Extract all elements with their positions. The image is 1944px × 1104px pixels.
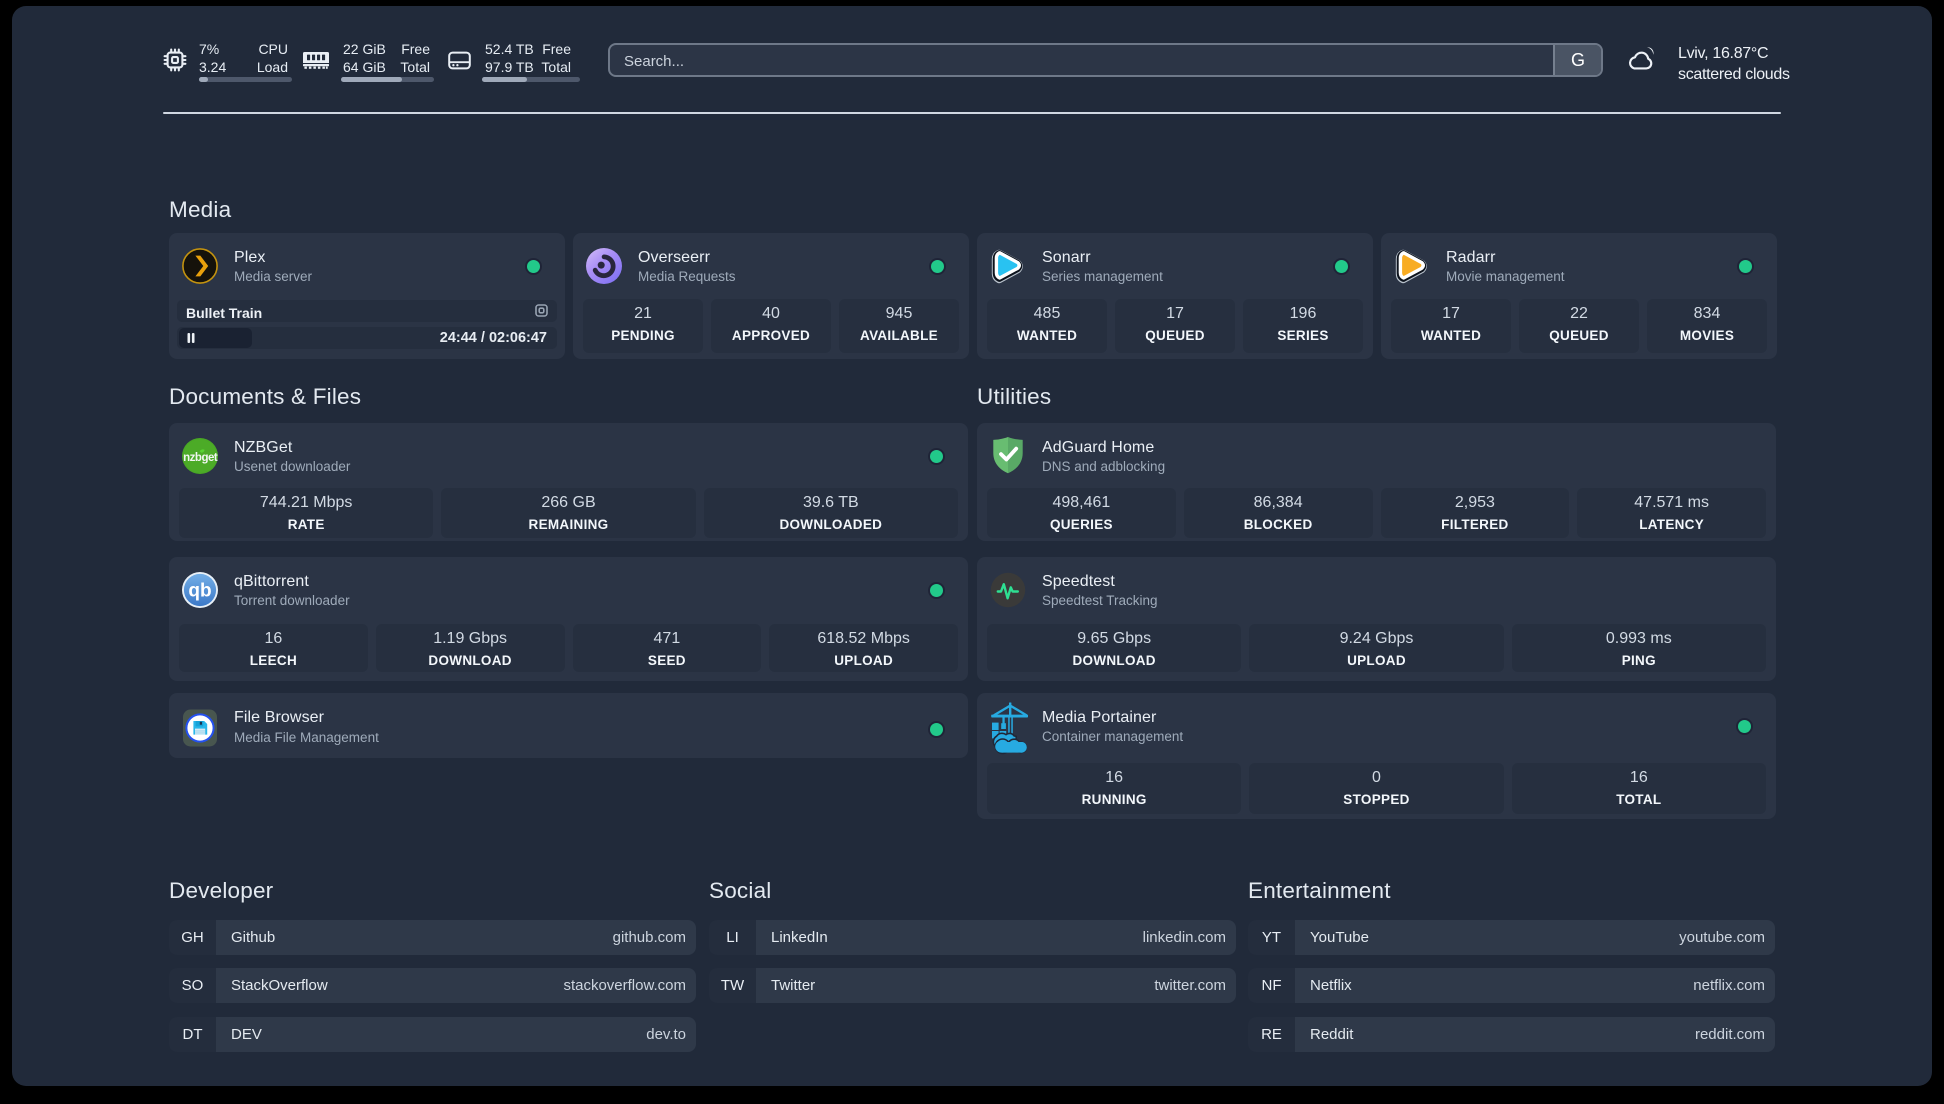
svg-text:qb: qb <box>188 581 211 602</box>
svg-text:nzbget: nzbget <box>183 452 218 464</box>
